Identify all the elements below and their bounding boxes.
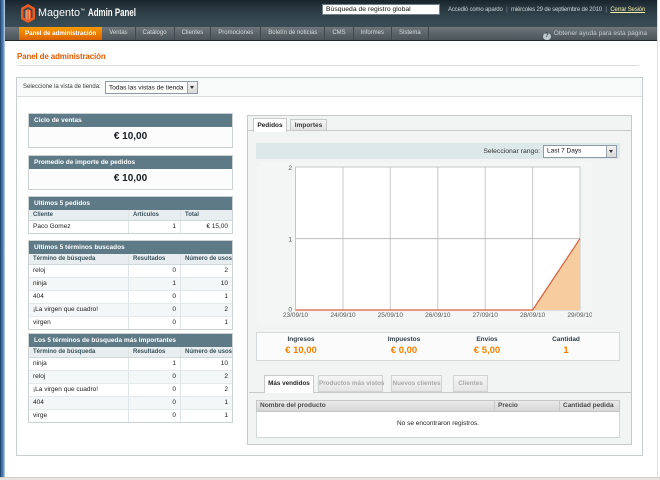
svg-text:23/09/10: 23/09/10 (283, 312, 309, 319)
svg-text:27/09/10: 27/09/10 (473, 312, 499, 319)
svg-text:25/09/10: 25/09/10 (378, 312, 404, 319)
svg-text:24/09/10: 24/09/10 (330, 312, 356, 319)
svg-text:26/09/10: 26/09/10 (425, 312, 451, 319)
svg-text:29/09/10: 29/09/10 (567, 312, 592, 319)
svg-text:2: 2 (288, 165, 292, 172)
svg-text:28/09/10: 28/09/10 (520, 312, 546, 319)
svg-text:1: 1 (288, 237, 292, 244)
